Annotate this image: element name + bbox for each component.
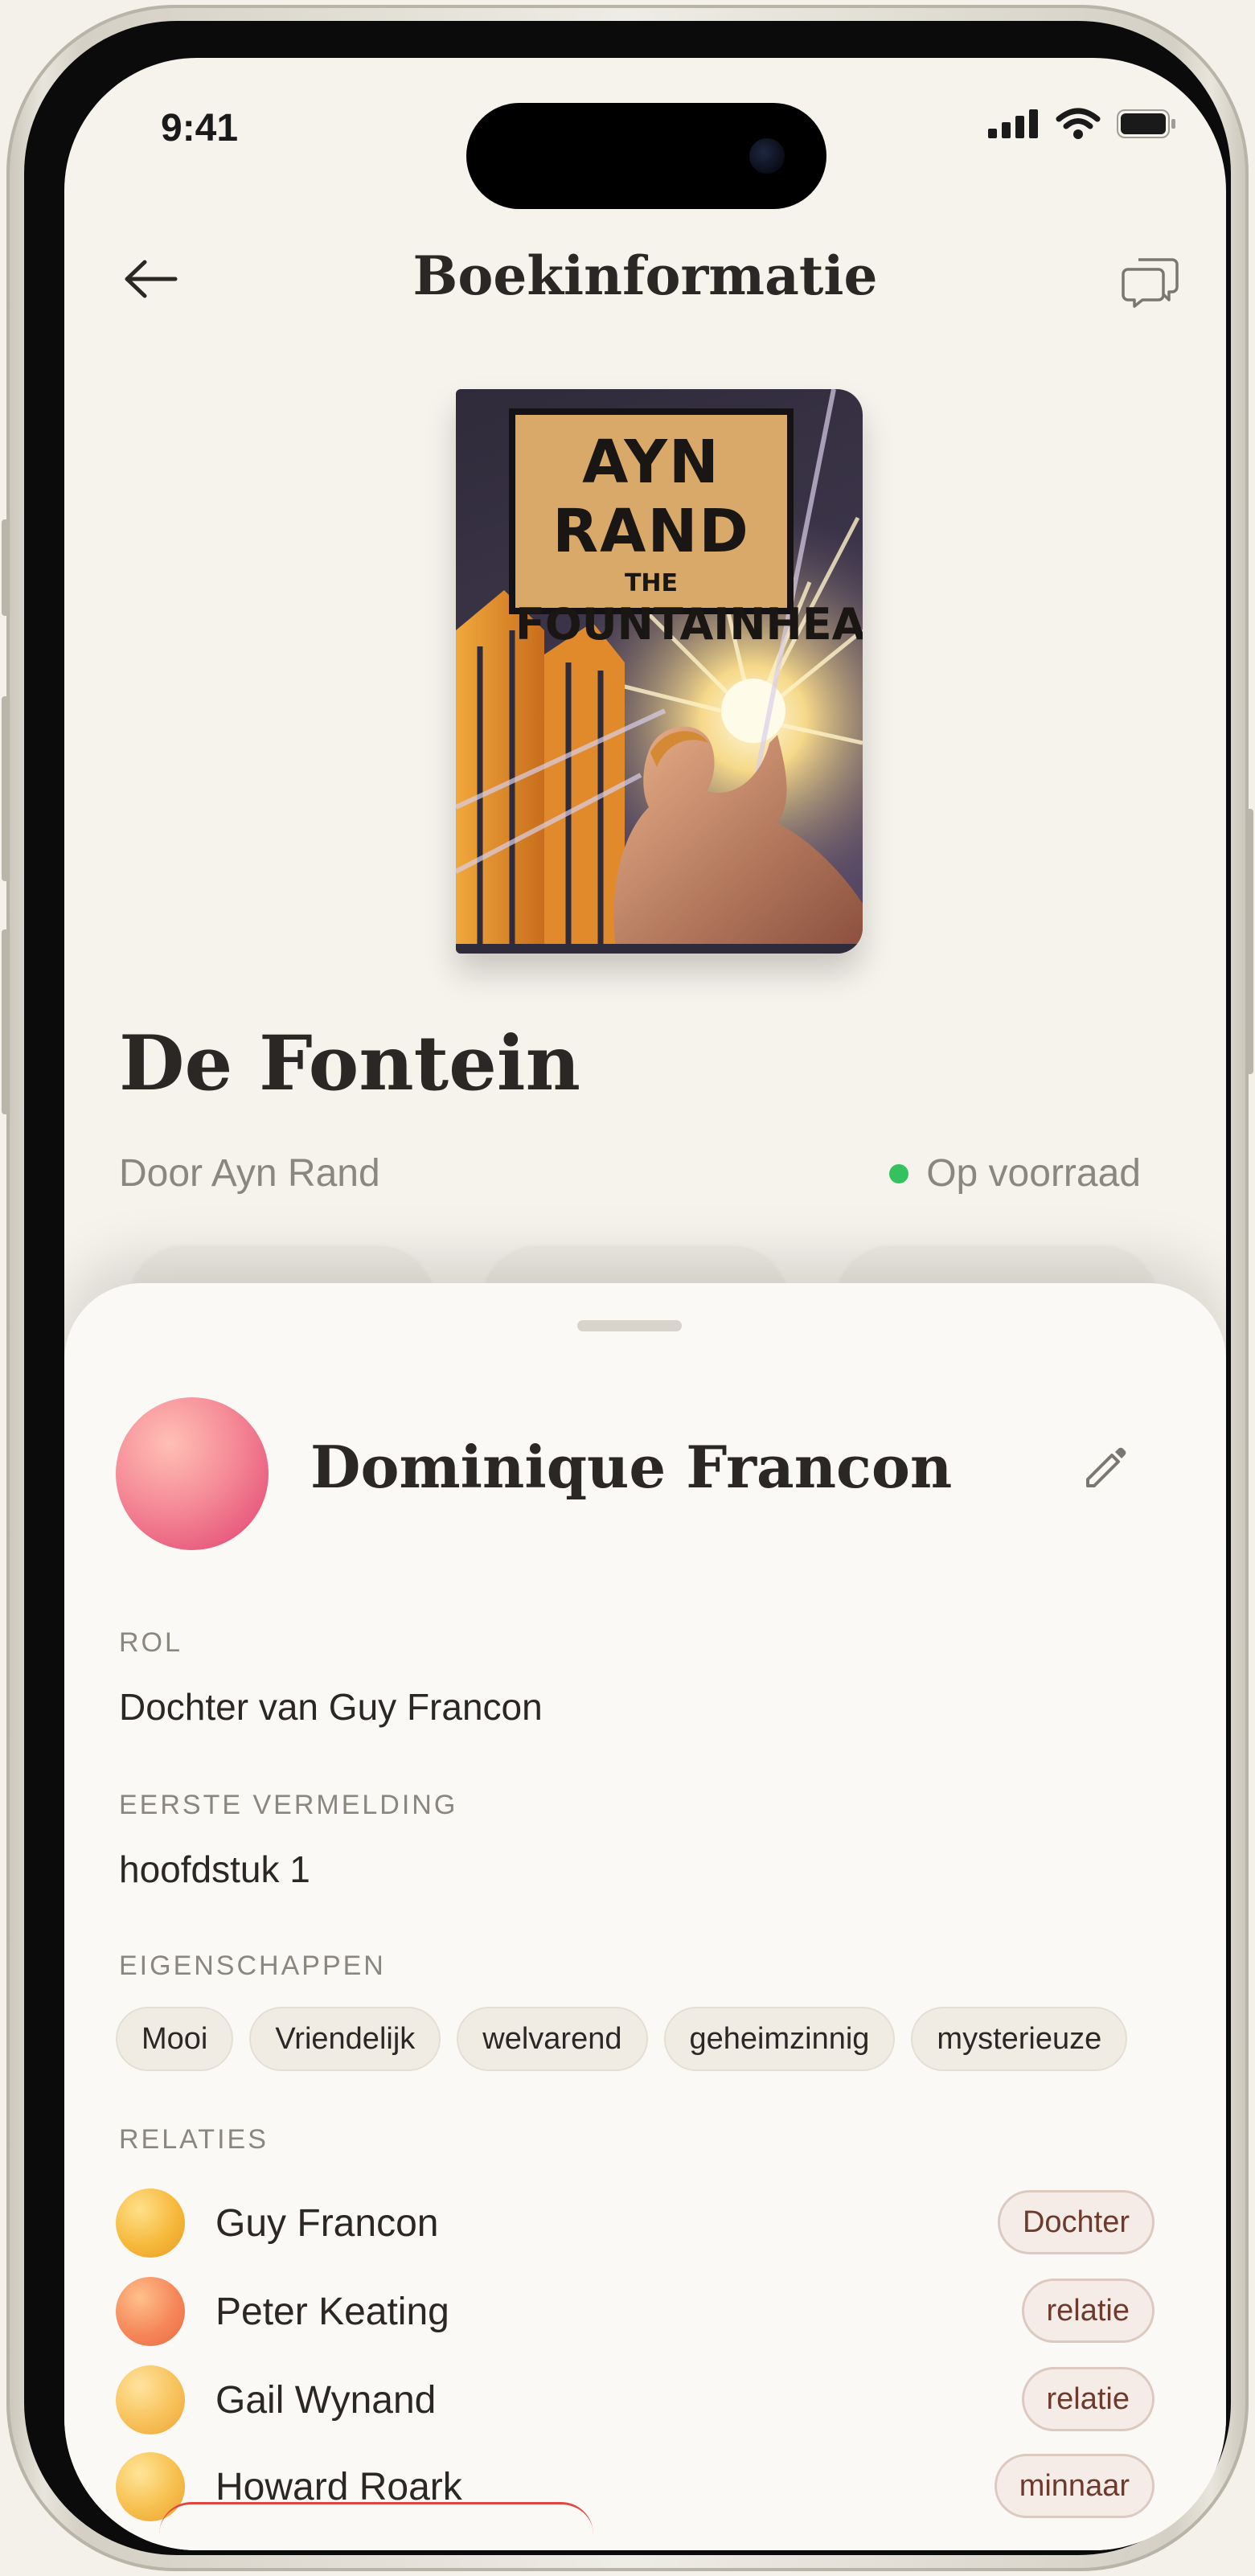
traits-label: EIGENSCHAPPEN: [119, 1950, 386, 1981]
stock-status: Op voorraad: [889, 1151, 1141, 1196]
relation-badge: relatie: [1021, 2367, 1155, 2431]
trait-chip[interactable]: Vriendelijk: [249, 2007, 441, 2071]
relation-name: Guy Francon: [215, 2202, 439, 2245]
power-button: [1245, 809, 1253, 1074]
relation-avatar: [116, 2188, 185, 2258]
first-mention-value: hoofdstuk 1: [119, 1848, 310, 1890]
relation-name: Peter Keating: [215, 2291, 449, 2333]
role-value: Dochter van Guy Francon: [119, 1686, 543, 1728]
relation-name: Gail Wynand: [215, 2379, 437, 2422]
trait-chip[interactable]: Mooi: [116, 2007, 234, 2071]
relation-badge: minnaar: [994, 2454, 1155, 2518]
volume-up-button: [2, 696, 10, 881]
trait-chip[interactable]: mysterieuze: [911, 2007, 1128, 2071]
wifi-icon: [1056, 108, 1101, 139]
relation-row[interactable]: Gail Wynand relatie: [116, 2364, 1155, 2436]
role-label: ROL: [119, 1627, 183, 1658]
book-cover[interactable]: AYN RAND THE FOUNTAINHEAD: [456, 389, 863, 954]
relations-label: RELATIES: [119, 2124, 269, 2155]
character-sheet: Dominique Francon ROL Dochter van Guy Fr…: [64, 1283, 1226, 2550]
trait-chip[interactable]: geheimzinnig: [663, 2007, 896, 2071]
sheet-grabber[interactable]: [577, 1320, 682, 1331]
book-title: De Fontein: [119, 1019, 580, 1108]
volume-down-button: [2, 929, 10, 1114]
chat-bubbles-icon: [1122, 258, 1179, 308]
delete-button-peek[interactable]: [159, 2502, 593, 2550]
pencil-icon: [1086, 1447, 1126, 1487]
relation-badge: Dochter: [997, 2190, 1155, 2254]
relation-avatar: [116, 2365, 185, 2434]
relation-badge: relatie: [1021, 2279, 1155, 2343]
cover-article: THE: [624, 569, 679, 597]
mute-switch: [2, 519, 10, 616]
cellular-signal-icon: [988, 109, 1038, 138]
front-camera-icon: [749, 138, 785, 174]
trait-chip[interactable]: welvarend: [457, 2007, 648, 2071]
trait-chips: Mooi Vriendelijk welvarend geheimzinnig …: [116, 2007, 1128, 2071]
status-icons: [988, 108, 1176, 140]
first-mention-label: EERSTE VERMELDING: [119, 1790, 458, 1820]
cover-title-plate: AYN RAND THE FOUNTAINHEAD: [509, 408, 863, 650]
relation-avatar: [116, 2277, 185, 2346]
phone-frame: 9:41 Boekinformatie AYN RAND THE FOUNTAI…: [2, 5, 1253, 2571]
phone-bezel: 9:41 Boekinformatie AYN RAND THE FOUNTAI…: [24, 21, 1231, 2555]
cover-title: FOUNTAINHEAD: [515, 599, 863, 650]
edit-button[interactable]: [1065, 1428, 1146, 1508]
stock-label: Op voorraad: [926, 1152, 1141, 1195]
stock-dot-icon: [889, 1163, 909, 1183]
book-author[interactable]: Door Ayn Rand: [119, 1151, 380, 1196]
battery-icon: [1117, 109, 1175, 138]
avatar: [116, 1397, 269, 1550]
page-title: Boekinformatie: [412, 244, 878, 307]
character-name: Dominique Francon: [310, 1433, 953, 1501]
relation-row[interactable]: Peter Keating relatie: [116, 2275, 1155, 2348]
dynamic-island: [466, 103, 826, 209]
relation-row[interactable]: Guy Francon Dochter: [116, 2187, 1155, 2259]
status-time: 9:41: [161, 107, 239, 150]
discussion-button[interactable]: [1112, 241, 1189, 318]
cover-author: AYN RAND: [552, 428, 750, 566]
screen: 9:41 Boekinformatie AYN RAND THE FOUNTAI…: [64, 58, 1226, 2550]
